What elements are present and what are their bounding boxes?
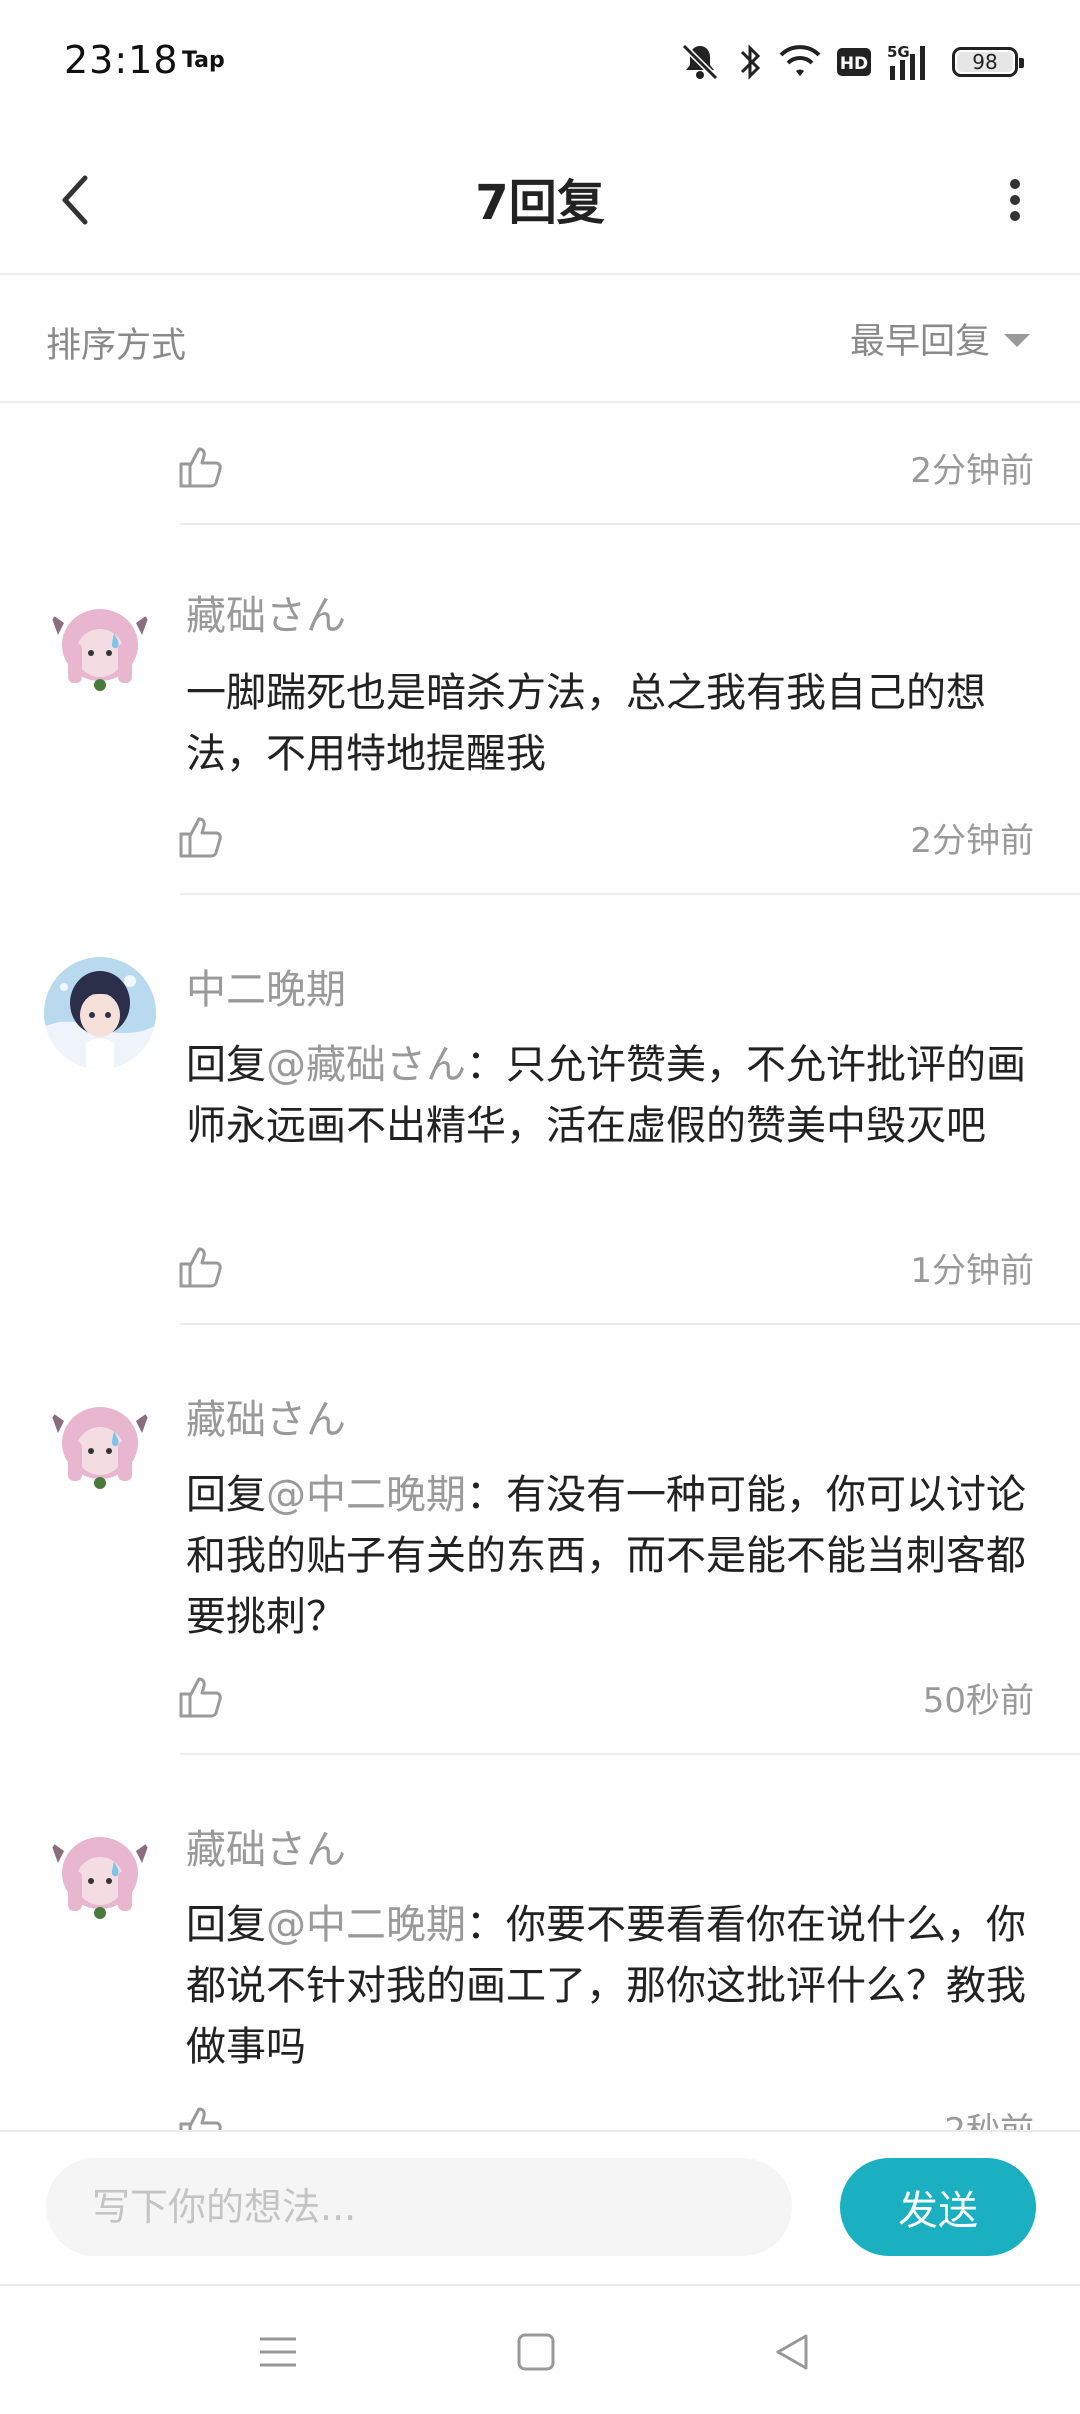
square-icon xyxy=(517,2333,555,2371)
reply-time: 2分钟前 xyxy=(910,450,1034,491)
more-options-button[interactable] xyxy=(980,165,1050,235)
reply-content: 回复@中二晚期：你要不要看看你在说什么，你都说不针对我的画工了，那你这批评什么？… xyxy=(186,1895,1026,2078)
reply-meta: 1分钟前 xyxy=(179,1237,1034,1297)
sort-bar: 排序方式 最早回复 xyxy=(0,275,1080,403)
thumbs-up-icon xyxy=(179,447,222,488)
reply-time: 1分钟前 xyxy=(910,1250,1034,1291)
reply-author[interactable]: 中二晚期 xyxy=(186,957,346,1015)
thumbs-up-icon xyxy=(179,1247,222,1288)
comment-input-bar: 发送 xyxy=(0,2130,1080,2284)
reply-prefix: 回复 xyxy=(186,1042,266,1088)
home-button[interactable] xyxy=(496,2312,576,2392)
pink-hair-avatar-icon xyxy=(44,1391,156,1503)
page-title: 7回复 xyxy=(475,175,605,231)
recent-apps-button[interactable] xyxy=(238,2312,318,2392)
like-button[interactable] xyxy=(172,439,228,495)
reply-prefix: 回复 xyxy=(186,1902,266,1948)
like-button[interactable] xyxy=(172,1669,228,1725)
wifi-icon xyxy=(778,42,822,82)
reply-meta: 50秒前 xyxy=(179,1667,1034,1727)
reply-time: 2秒前 xyxy=(944,2103,1034,2131)
avatar[interactable] xyxy=(44,1391,156,1503)
battery-indicator: 98 xyxy=(952,47,1024,77)
reply-prefix: 回复 xyxy=(186,1472,266,1518)
sort-value: 最早回复 xyxy=(849,321,990,362)
signal-5g-icon: 5G xyxy=(886,42,938,82)
status-icons: HD 5G 98 xyxy=(678,38,1024,86)
hd-icon: HD xyxy=(836,46,872,78)
status-time: 23:18 xyxy=(64,38,179,82)
avatar[interactable] xyxy=(44,593,156,705)
divider xyxy=(180,1753,1080,1755)
thumbs-up-icon xyxy=(179,1677,222,1718)
pink-hair-avatar-icon xyxy=(44,593,156,705)
status-bar: 23:18 Tap HD 5G 98 xyxy=(0,0,1080,125)
reply-author[interactable]: 藏础さん xyxy=(186,583,346,641)
comment-input[interactable] xyxy=(46,2158,792,2256)
reply-list: 2分钟前 藏础さん 一脚踹死也是暗杀方法，总之我有我自己的想法，不用特地提醒我 … xyxy=(0,403,1080,2130)
mute-bell-icon xyxy=(678,40,722,84)
status-app-label: Tap xyxy=(182,48,225,73)
avatar[interactable] xyxy=(44,1821,156,1933)
menu-icon xyxy=(260,2337,296,2367)
divider xyxy=(180,893,1080,895)
reply-meta: 2分钟前 xyxy=(179,807,1034,867)
sort-label: 排序方式 xyxy=(46,326,187,366)
pink-hair-avatar-icon xyxy=(44,1821,156,1933)
battery-level: 98 xyxy=(972,50,998,74)
avatar[interactable] xyxy=(44,957,156,1069)
send-button[interactable]: 发送 xyxy=(840,2158,1036,2256)
system-nav-bar xyxy=(0,2284,1080,2414)
chevron-down-icon xyxy=(1004,333,1030,347)
reply-content: 回复@中二晚期：有没有一种可能，你可以讨论和我的贴子有关的东西，而不是能不能当刺… xyxy=(186,1465,1026,1648)
more-vertical-icon xyxy=(1010,179,1020,221)
dark-hair-avatar-icon xyxy=(44,957,156,1069)
mention-link[interactable]: @中二晚期 xyxy=(266,1902,466,1948)
back-nav-button[interactable] xyxy=(752,2312,832,2392)
like-button[interactable] xyxy=(172,2099,228,2130)
reply-time: 50秒前 xyxy=(922,1680,1034,1721)
mention-link[interactable]: @中二晚期 xyxy=(266,1472,466,1518)
thumbs-up-icon xyxy=(179,817,222,858)
reply-content: 一脚踹死也是暗杀方法，总之我有我自己的想法，不用特地提醒我 xyxy=(186,663,1026,785)
thumbs-up-icon xyxy=(179,2107,222,2130)
divider xyxy=(180,523,1080,525)
reply-meta: 2分钟前 xyxy=(179,437,1034,497)
svg-text:HD: HD xyxy=(840,54,868,74)
reply-author[interactable]: 藏础さん xyxy=(186,1387,346,1445)
triangle-back-icon xyxy=(776,2334,808,2370)
header: 7回复 xyxy=(0,125,1080,275)
mention-link[interactable]: @藏础さん xyxy=(266,1042,466,1088)
bluetooth-icon xyxy=(736,40,764,84)
reply-content: 回复@藏础さん：只允许赞美，不允许批评的画师永远画不出精华，活在虚假的赞美中毁灭… xyxy=(186,1035,1026,1157)
reply-text: 一脚踹死也是暗杀方法，总之我有我自己的想法，不用特地提醒我 xyxy=(186,670,986,777)
reply-time: 2分钟前 xyxy=(910,820,1034,861)
svg-text:5G: 5G xyxy=(887,43,910,61)
reply-meta: 2秒前 xyxy=(179,2097,1034,2131)
divider xyxy=(180,1323,1080,1325)
like-button[interactable] xyxy=(172,809,228,865)
reply-author[interactable]: 藏础さん xyxy=(186,1817,346,1875)
like-button[interactable] xyxy=(172,1239,228,1295)
sort-dropdown[interactable]: 最早回复 xyxy=(850,313,1030,363)
